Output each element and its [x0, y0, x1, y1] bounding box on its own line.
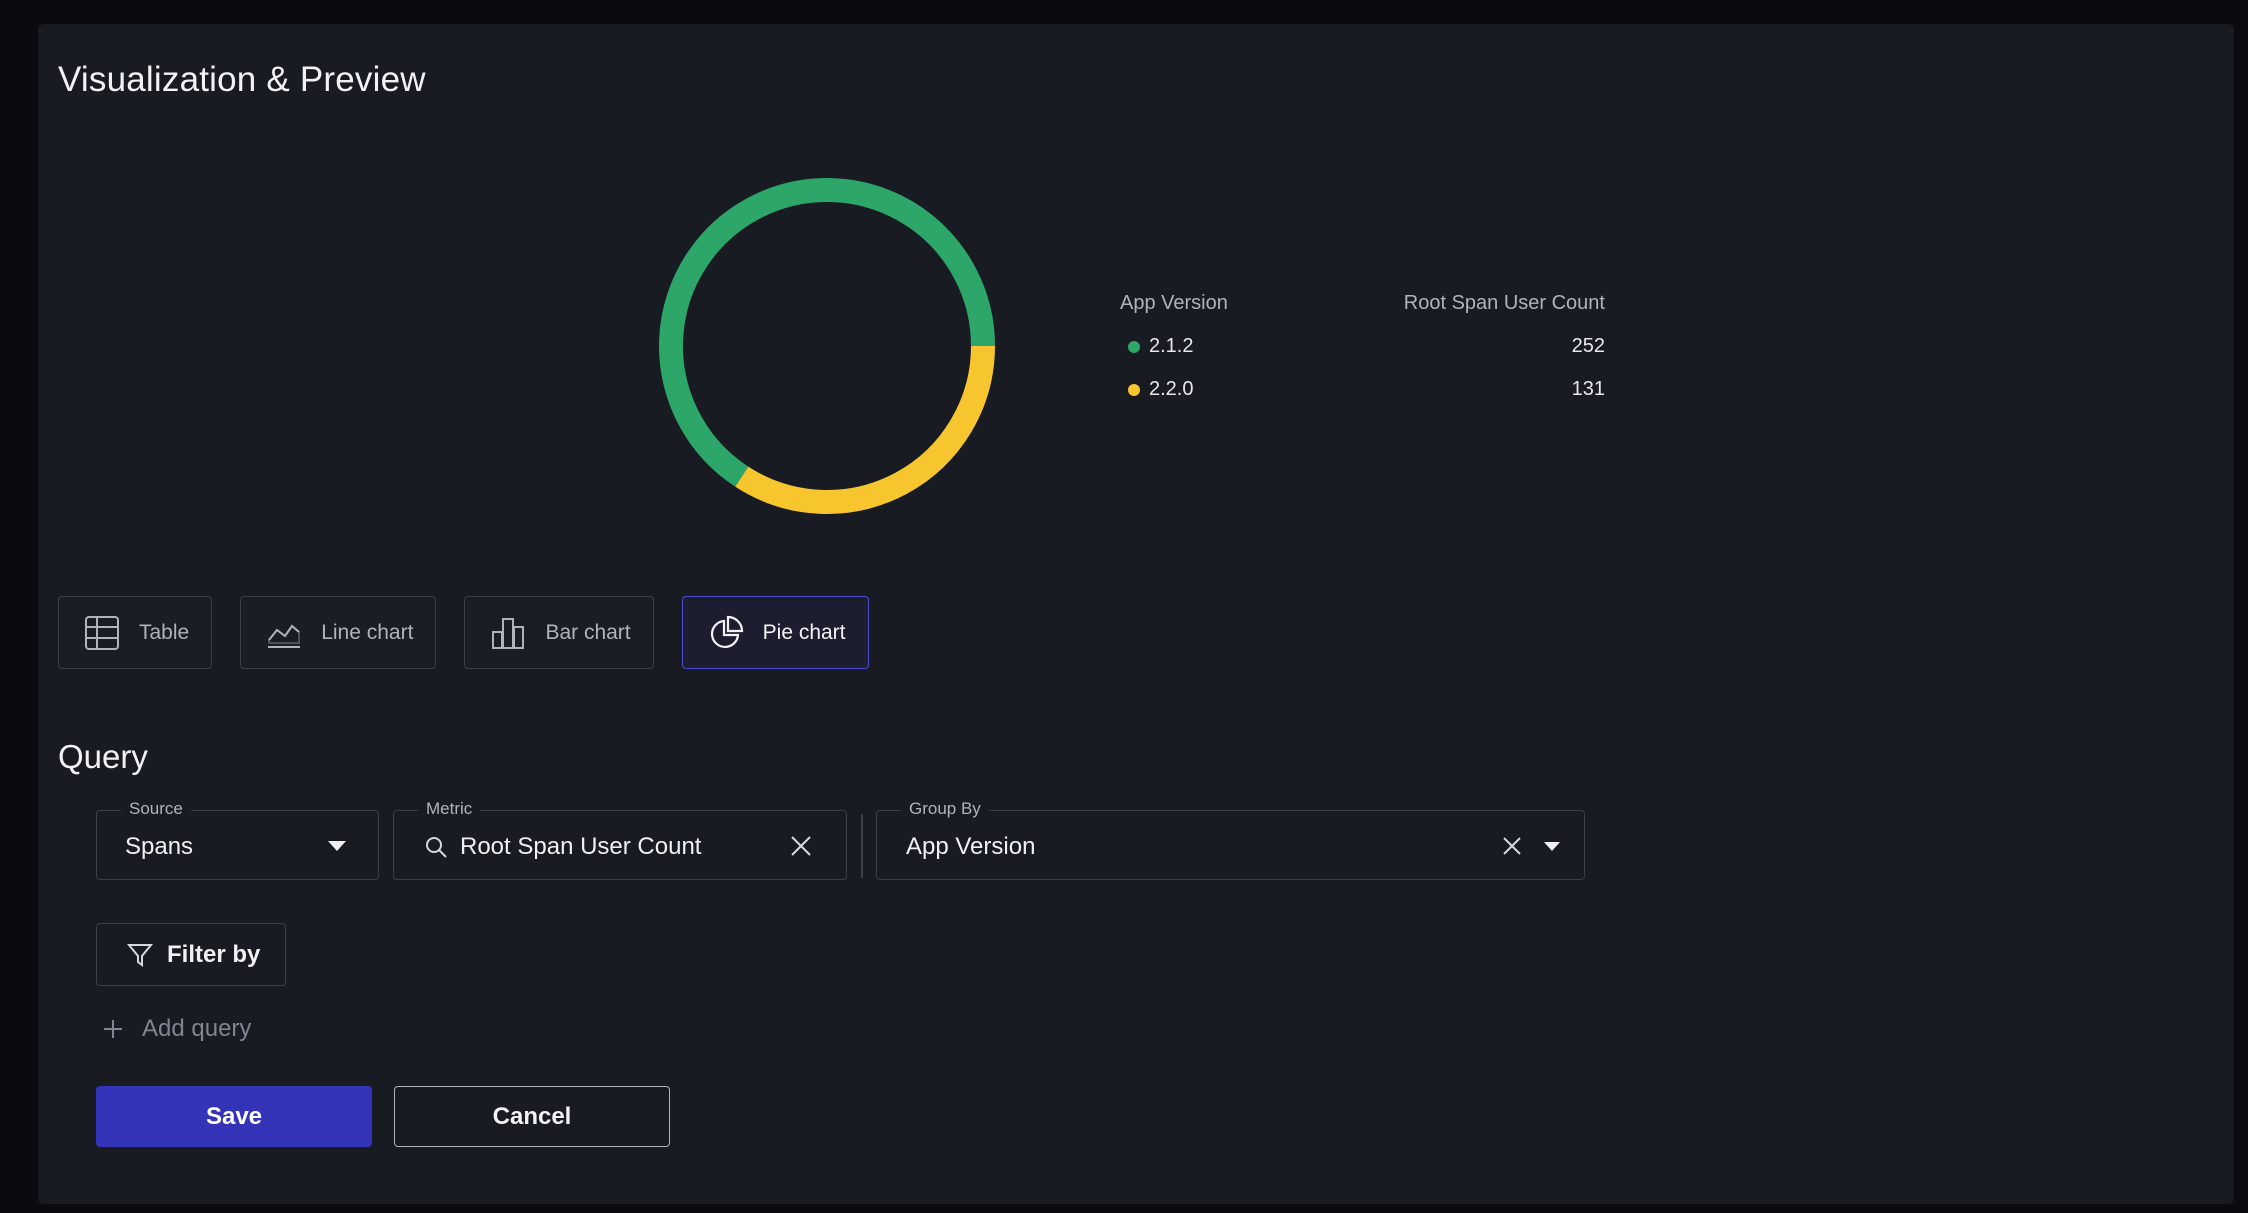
- pie-slice-2-1-2: [659, 178, 995, 487]
- group-by-select[interactable]: Group By App Version: [876, 799, 1585, 880]
- source-value: Spans: [125, 833, 194, 860]
- plus-icon: [104, 1020, 122, 1038]
- bar-chart-viz-label: Bar chart: [545, 620, 631, 644]
- source-label: Source: [121, 799, 191, 819]
- clear-metric-icon[interactable]: [790, 835, 812, 857]
- line-chart-viz-button[interactable]: Line chart: [240, 596, 437, 669]
- pie-slice-2-2-0: [735, 345, 995, 514]
- clear-group-by-icon[interactable]: [1502, 836, 1522, 856]
- query-title: Query: [58, 738, 148, 775]
- table-viz-label: Table: [139, 620, 190, 644]
- cancel-button[interactable]: Cancel: [394, 1086, 670, 1147]
- table-viz-button[interactable]: Table: [58, 596, 213, 669]
- search-icon: [426, 837, 447, 858]
- filter-by-label: Filter by: [167, 940, 261, 968]
- pie-chart: [659, 178, 995, 514]
- legend-header-app-version: App Version: [1120, 292, 1228, 314]
- pie-chart-icon: [710, 615, 743, 648]
- legend-label: 2.1.2: [1149, 335, 1194, 357]
- table-icon: [85, 615, 119, 650]
- line-chart-viz-label: Line chart: [321, 620, 414, 644]
- legend-row: 2.1.2 252: [1120, 335, 1605, 358]
- legend-label: 2.2.0: [1149, 378, 1194, 400]
- viz-type-selector: Table Line chart Bar chart Pie chart: [58, 596, 869, 669]
- pie-chart-viz-button[interactable]: Pie chart: [681, 596, 869, 669]
- group-by-value: App Version: [906, 833, 1036, 860]
- metric-input[interactable]: Metric Root Span User Count: [393, 799, 847, 880]
- bar-chart-viz-button[interactable]: Bar chart: [464, 596, 654, 669]
- bar-chart-icon: [492, 617, 525, 649]
- legend-value: 252: [1571, 335, 1605, 357]
- caret-down-icon[interactable]: [1544, 842, 1560, 851]
- add-query-label: Add query: [142, 1015, 252, 1042]
- save-button[interactable]: Save: [96, 1086, 372, 1147]
- legend-header-user-count: Root Span User Count: [1403, 292, 1605, 314]
- legend-dot-yellow: [1128, 383, 1140, 396]
- add-query-button[interactable]: Add query: [102, 1015, 251, 1043]
- metric-value: Root Span User Count: [460, 833, 702, 860]
- filter-by-button[interactable]: Filter by: [96, 923, 286, 986]
- field-separator: [861, 814, 863, 878]
- caret-down-icon: [328, 841, 346, 851]
- legend-value: 131: [1571, 378, 1605, 400]
- group-by-label: Group By: [901, 799, 989, 819]
- line-chart-icon: [268, 624, 301, 648]
- pie-chart-viz-label: Pie chart: [762, 620, 846, 644]
- chart-legend: App Version Root Span User Count 2.1.2 2…: [1120, 292, 1605, 401]
- page-title: Visualization & Preview: [58, 60, 426, 99]
- legend-dot-green: [1128, 340, 1140, 353]
- filter-icon: [127, 943, 153, 967]
- source-select[interactable]: Source Spans: [96, 799, 379, 880]
- legend-row: 2.2.0 131: [1120, 378, 1605, 401]
- metric-label: Metric: [418, 799, 481, 819]
